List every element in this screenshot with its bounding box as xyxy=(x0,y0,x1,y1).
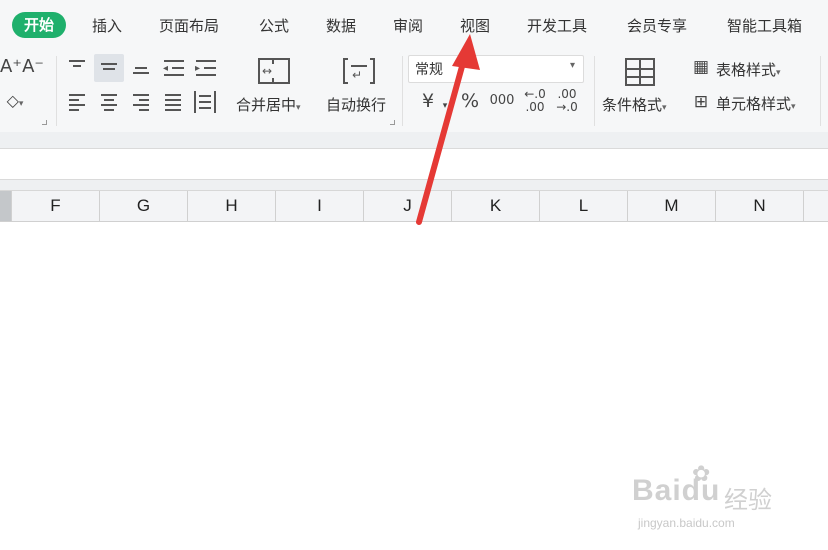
align-bottom-icon[interactable] xyxy=(131,58,151,76)
grid-top-gap xyxy=(0,180,828,190)
tab-member[interactable]: 会员专享 xyxy=(627,15,687,37)
column-header-l[interactable]: L xyxy=(540,191,628,221)
group-separator xyxy=(594,56,595,126)
percent-format-button[interactable]: % xyxy=(458,92,482,111)
cell-style-button[interactable]: 单元格样式▾ xyxy=(716,94,796,117)
thousands-separator-button[interactable]: 000 xyxy=(488,92,516,110)
ribbon-bottom-gap xyxy=(0,132,828,148)
column-header-j[interactable]: J xyxy=(364,191,452,221)
conditional-format-button[interactable]: 条件格式▾ xyxy=(602,95,667,118)
column-header-k[interactable]: K xyxy=(452,191,540,221)
distributed-align-icon[interactable] xyxy=(194,91,216,113)
justify-icon[interactable] xyxy=(163,93,183,111)
group-separator xyxy=(402,56,403,126)
table-style-icon: ▦ xyxy=(692,57,710,77)
increase-decimal-button[interactable]: ←.0 .00 xyxy=(520,88,550,114)
column-header-selected-edge[interactable] xyxy=(0,191,12,221)
column-header-f[interactable]: F xyxy=(12,191,100,221)
ribbon: 开始 插入 页面布局 公式 数据 审阅 视图 开发工具 会员专享 智能工具箱 A… xyxy=(0,0,828,135)
baidu-jingyan-watermark: Baidu ✿ 经验 jingyan.baidu.com xyxy=(632,462,822,542)
wrap-text-icon[interactable]: ↵ xyxy=(343,58,375,84)
outdent-icon[interactable]: ◂ xyxy=(162,58,186,78)
paw-icon: ✿ xyxy=(692,462,711,487)
merge-center-icon[interactable]: ↔ xyxy=(258,58,290,84)
group-separator xyxy=(820,56,821,126)
font-group-expand-icon[interactable] xyxy=(42,120,47,125)
align-middle-icon[interactable] xyxy=(94,54,124,82)
align-top-icon[interactable] xyxy=(67,58,87,76)
align-center-icon[interactable] xyxy=(99,93,119,111)
watermark-brand-cn: 经验 xyxy=(724,486,772,514)
cell-style-icon: ⊞ xyxy=(693,92,709,112)
tab-insert[interactable]: 插入 xyxy=(92,15,122,37)
watermark-url: jingyan.baidu.com xyxy=(638,516,735,530)
alignment-group-expand-icon[interactable] xyxy=(390,120,395,125)
conditional-format-icon[interactable] xyxy=(625,58,655,86)
tab-data[interactable]: 数据 xyxy=(326,15,356,37)
tab-developer[interactable]: 开发工具 xyxy=(527,15,587,37)
currency-dropdown-icon[interactable]: ▾ xyxy=(440,97,450,115)
column-header-m[interactable]: M xyxy=(628,191,716,221)
column-header-row: F G H I J K L M N xyxy=(0,190,828,222)
wrap-text-button[interactable]: 自动换行 xyxy=(326,95,386,115)
tab-view[interactable]: 视图 xyxy=(460,15,490,37)
tab-home[interactable]: 开始 xyxy=(12,12,67,38)
font-grow-button[interactable]: A⁺ xyxy=(0,58,22,76)
align-left-icon[interactable] xyxy=(67,93,87,111)
column-header-n[interactable]: N xyxy=(716,191,804,221)
align-right-icon[interactable] xyxy=(131,93,151,111)
merge-center-button[interactable]: 合并居中▾ xyxy=(236,95,301,118)
currency-format-button[interactable]: ¥ xyxy=(416,92,440,111)
group-separator xyxy=(56,56,57,126)
number-format-select[interactable]: 常规 ▾ xyxy=(408,55,584,83)
indent-icon[interactable]: ▸ xyxy=(194,58,218,78)
ribbon-tab-bar: 开始 插入 页面布局 公式 数据 审阅 视图 开发工具 会员专享 智能工具箱 xyxy=(0,0,828,50)
column-header-h[interactable]: H xyxy=(188,191,276,221)
column-header-i[interactable]: I xyxy=(276,191,364,221)
column-header-g[interactable]: G xyxy=(100,191,188,221)
tab-smart-toolbox[interactable]: 智能工具箱 xyxy=(727,15,802,37)
tab-review[interactable]: 审阅 xyxy=(393,15,423,37)
formula-bar[interactable] xyxy=(0,148,828,180)
decrease-decimal-button[interactable]: .00 →.0 xyxy=(552,88,582,114)
table-style-button[interactable]: 表格样式▾ xyxy=(716,60,781,83)
tab-page-layout[interactable]: 页面布局 xyxy=(159,15,219,37)
font-shrink-button[interactable]: A⁻ xyxy=(22,58,44,76)
clear-format-icon[interactable]: ◇▾ xyxy=(0,92,30,113)
tab-formulas[interactable]: 公式 xyxy=(259,15,289,37)
